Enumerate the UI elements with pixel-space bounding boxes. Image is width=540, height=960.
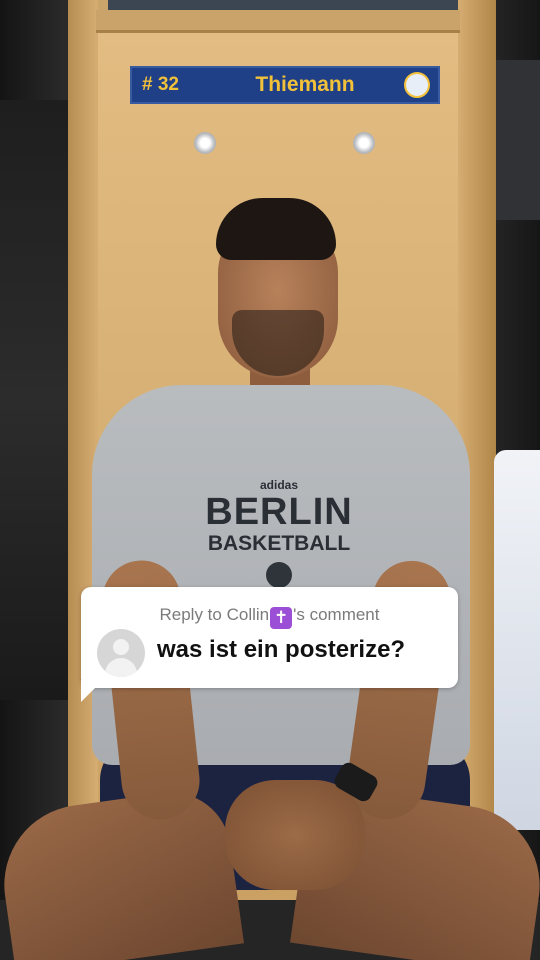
clasped-hands (225, 780, 365, 890)
shirt-line-1: BERLIN (205, 491, 353, 533)
hair (216, 198, 336, 260)
avatar-body (105, 658, 137, 677)
video-background: # 32 Thiemann adidas BERLIN BASKETBALL (0, 0, 540, 960)
reply-suffix: 's comment (293, 605, 380, 624)
reply-bubble-tail (81, 680, 103, 702)
left-leg (0, 784, 245, 960)
reply-comment-sticker[interactable]: Reply to Collin ✝'s comment was ist ein p… (81, 587, 458, 688)
avatar-head (113, 639, 129, 655)
shirt-logo-icon (266, 562, 292, 588)
default-avatar-icon[interactable] (97, 629, 145, 677)
cross-emoji-icon: ✝ (270, 607, 293, 629)
reply-header: Reply to Collin ✝'s comment (81, 605, 458, 629)
shirt-line-2: BASKETBALL (207, 532, 351, 555)
reply-prefix: Reply to Collin (159, 605, 270, 624)
reply-comment-text: was ist ein posterize? (157, 636, 406, 663)
shirt-brand: adidas (259, 478, 298, 492)
shirt-print: adidas BERLIN BASKETBALL (204, 478, 354, 593)
player: adidas BERLIN BASKETBALL (0, 0, 540, 960)
